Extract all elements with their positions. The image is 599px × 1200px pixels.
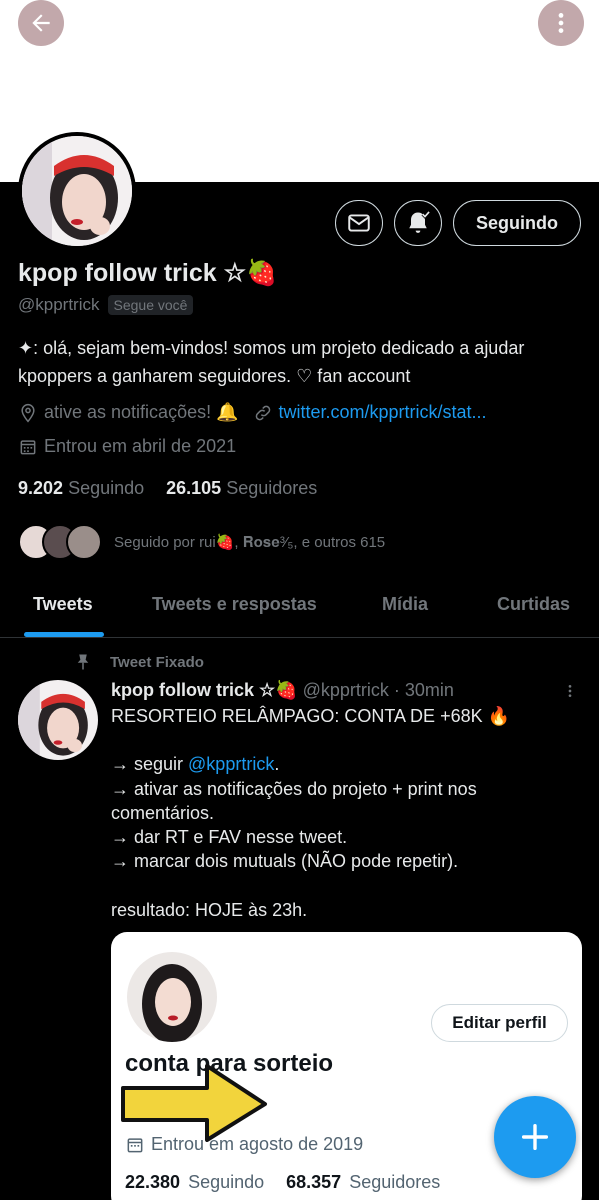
following-stat[interactable]: 9.202 Seguindo xyxy=(18,478,144,499)
card-following-count: 22.380 xyxy=(125,1172,181,1192)
location-icon xyxy=(21,403,35,422)
tweet-line xyxy=(111,873,571,897)
avatar xyxy=(66,524,102,560)
followers-label: Seguidores xyxy=(226,478,318,498)
pinned-label-text: Tweet Fixado xyxy=(110,653,204,671)
followers-stat[interactable]: 26.105 Seguidores xyxy=(166,478,317,499)
tweet-line: comentários. xyxy=(111,802,215,823)
message-button[interactable] xyxy=(335,200,383,246)
plus-icon xyxy=(521,1123,549,1151)
tweet-header: kpop follow trick ☆🍓 @kpprtrick · 30min xyxy=(111,680,454,701)
back-button[interactable] xyxy=(18,0,64,46)
profile-location: ative as notificações! 🔔 xyxy=(44,402,239,422)
avatar-portrait xyxy=(127,952,217,1042)
tweet-line: → ativar as notificações do projeto + pr… xyxy=(111,778,477,799)
tweet-more-button[interactable] xyxy=(562,680,578,707)
profile-handle-row: @kpprtrick Segue você xyxy=(18,295,194,315)
tweet-mention-link[interactable]: @kpprtrick xyxy=(188,754,274,774)
following-button[interactable]: Seguindo xyxy=(453,200,581,246)
profile-meta-row: Entrou em abril de 2021 xyxy=(18,436,236,457)
tab-tweets-and-replies[interactable]: Tweets e respostas xyxy=(152,594,317,615)
tweet-line xyxy=(111,728,571,752)
tab-media[interactable]: Mídia xyxy=(382,594,428,615)
tweet-line-text: → seguir xyxy=(111,754,189,775)
profile-handle: @kpprtrick xyxy=(18,295,100,314)
bell-check-icon xyxy=(409,210,431,233)
yellow-arrow-icon xyxy=(121,1064,267,1142)
back-arrow-icon xyxy=(32,14,50,32)
tweet-author-avatar[interactable] xyxy=(18,680,98,760)
tweet-author-handle: @kpprtrick xyxy=(302,680,389,700)
tweet-line-text: . xyxy=(274,754,280,775)
card-followers-count: 68.357 xyxy=(286,1172,342,1192)
compose-tweet-button[interactable] xyxy=(494,1096,576,1178)
calendar-icon xyxy=(20,439,36,454)
profile-joined-date: Entrou em abril de 2021 xyxy=(44,436,237,456)
tweet-text: RESORTEIO RELÂMPAGO: CONTA DE +68K 🔥 → s… xyxy=(111,704,571,922)
profile-counts: 9.202 Seguindo 26.105 Seguidores xyxy=(18,478,317,499)
tweet-time: · 30min xyxy=(393,680,454,700)
tab-tweets[interactable]: Tweets xyxy=(33,594,93,615)
avatar-portrait xyxy=(22,136,132,246)
profile-bio: ✦: olá, sejam bem-vindos! somos um proje… xyxy=(18,334,578,390)
more-vertical-icon xyxy=(558,13,564,33)
mail-icon xyxy=(348,214,370,232)
profile-display-name: kpop follow trick ☆🍓 xyxy=(18,259,278,287)
follows-you-badge: Segue você xyxy=(107,295,194,315)
followed-by-row[interactable]: Seguido por rui🍓, 𝐑𝐨𝐬𝐞³⁄₅, e outros 615 xyxy=(18,524,385,560)
notifications-button[interactable] xyxy=(394,200,442,246)
active-tab-indicator xyxy=(24,632,104,637)
avatar-portrait xyxy=(18,680,98,760)
link-icon xyxy=(255,405,270,420)
following-count: 9.202 xyxy=(18,478,64,498)
card-avatar xyxy=(127,952,217,1042)
more-options-button[interactable] xyxy=(538,0,584,46)
profile-tabs: Tweets Tweets e respostas Mídia Curtidas xyxy=(0,572,599,638)
tweet-line: → marcar dois mutuals (NÃO pode repetir)… xyxy=(111,851,459,872)
edit-profile-button[interactable]: Editar perfil xyxy=(431,1004,568,1042)
tab-likes[interactable]: Curtidas xyxy=(497,594,570,615)
followers-count: 26.105 xyxy=(166,478,222,498)
profile-avatar[interactable] xyxy=(18,132,136,250)
tweet-line: → seguir @kpprtrick. xyxy=(111,752,571,776)
following-label: Seguindo xyxy=(68,478,145,498)
followed-by-text: Seguido por rui🍓, 𝐑𝐨𝐬𝐞³⁄₅, e outros 615 xyxy=(114,534,386,551)
tweet-line: RESORTEIO RELÂMPAGO: CONTA DE +68K 🔥 xyxy=(111,706,511,726)
bio-line: ✦: olá, sejam bem-vindos! somos um proje… xyxy=(18,338,525,358)
pinned-tweet-label: Tweet Fixado xyxy=(74,652,204,672)
profile-website-link[interactable]: twitter.com/kpprtrick/stat... xyxy=(279,402,487,423)
card-followers-label: Seguidores xyxy=(349,1172,441,1192)
tweet-author-name[interactable]: kpop follow trick ☆🍓 xyxy=(111,680,298,700)
profile-meta-row: ative as notificações! 🔔 twitter.com/kpp… xyxy=(18,402,487,423)
pin-icon xyxy=(77,654,89,670)
tweet-line: resultado: HOJE às 23h. xyxy=(111,899,308,920)
more-vertical-icon xyxy=(568,685,572,697)
tweet-line: → dar RT e FAV nesse tweet. xyxy=(111,827,348,847)
card-following-label: Seguindo xyxy=(188,1172,265,1192)
card-counts: 22.380 Seguindo 68.357 Seguidores xyxy=(125,1172,440,1193)
bio-line: kpoppers a ganharem seguidores. ♡ fan ac… xyxy=(18,366,411,386)
